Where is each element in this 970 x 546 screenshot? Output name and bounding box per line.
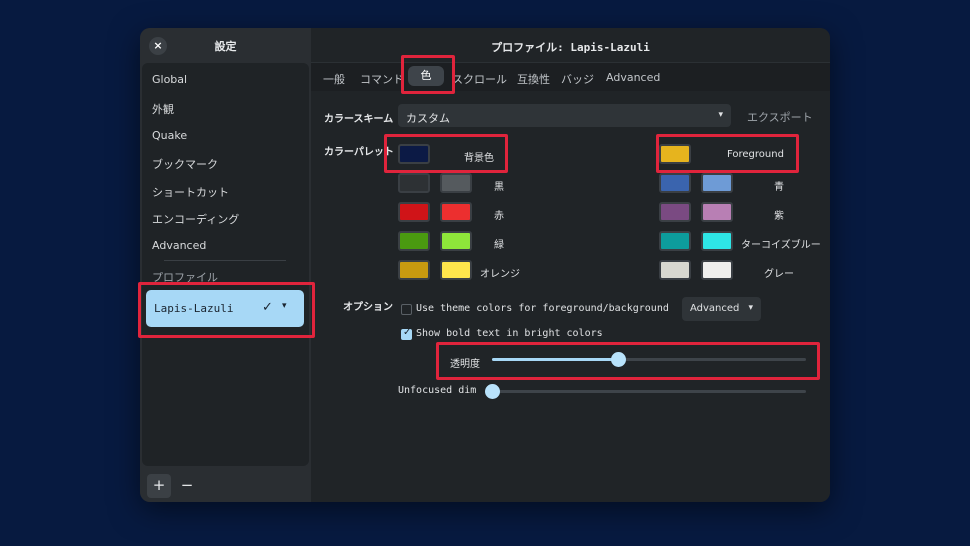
turquoise-label: ターコイズブルー (741, 240, 821, 251)
page-title: プロファイル: Lapis-Lazuli (491, 41, 650, 54)
green-label: 緑 (494, 240, 504, 251)
chevron-down-icon[interactable]: ▾ (282, 301, 287, 311)
sidebar-header: × 設定 (140, 28, 311, 63)
unfocused-dim-slider-track[interactable] (492, 390, 806, 393)
bold-bright-checkbox[interactable] (401, 327, 412, 340)
theme-colors-label: Use theme colors for foreground/backgrou… (416, 303, 669, 314)
background-color-label: 背景色 (464, 153, 494, 164)
sidebar-item-shortcuts[interactable]: ショートカット (152, 184, 229, 200)
advanced-select-value: Advanced (690, 303, 740, 314)
background-color-swatch[interactable] (398, 144, 430, 164)
tab-compatibility[interactable]: 互換性 (517, 71, 550, 87)
profile-name: Lapis-Lazuli (154, 302, 234, 315)
turquoise-bright-swatch[interactable] (701, 231, 733, 251)
remove-profile-button[interactable]: − (175, 474, 199, 498)
red-label: 赤 (494, 211, 504, 222)
sidebar-item-bookmarks[interactable]: ブックマーク (152, 156, 218, 172)
foreground-color-swatch[interactable] (659, 144, 691, 164)
tab-advanced[interactable]: Advanced (606, 71, 660, 84)
advanced-select[interactable]: Advanced ▾ (682, 297, 761, 321)
profiles-section-label: プロファイル (152, 271, 218, 284)
unfocused-dim-slider-handle[interactable] (485, 384, 500, 399)
black-normal-swatch[interactable] (398, 173, 430, 193)
preferences-window: × 設定 Global 外観 Quake ブックマーク ショートカット エンコー… (140, 28, 830, 502)
tab-general[interactable]: 一般 (323, 71, 345, 87)
sidebar-item-global[interactable]: Global (152, 73, 187, 86)
color-scheme-select[interactable]: カスタム ▾ (398, 104, 731, 127)
gray-label: グレー (764, 269, 794, 280)
transparency-slider-handle[interactable] (610, 352, 626, 367)
color-scheme-value: カスタム (406, 112, 450, 125)
tab-colors[interactable]: 色 (408, 66, 444, 86)
green-normal-swatch[interactable] (398, 231, 430, 251)
checkmark-icon: ✓ (262, 300, 273, 315)
unfocused-dim-label: Unfocused dim (398, 385, 477, 396)
sidebar-item-advanced[interactable]: Advanced (152, 239, 206, 252)
purple-label: 紫 (774, 211, 784, 222)
black-bright-swatch[interactable] (440, 173, 472, 193)
main-panel: プロファイル: Lapis-Lazuli 一般 コマンド 色 スクロール 互換性… (311, 28, 830, 502)
chevron-down-icon: ▾ (748, 303, 753, 313)
foreground-color-label: Foreground (727, 149, 784, 160)
sidebar-separator (164, 260, 286, 261)
sidebar-item-encoding[interactable]: エンコーディング (152, 211, 239, 227)
add-profile-button[interactable]: + (147, 474, 171, 498)
red-bright-swatch[interactable] (440, 202, 472, 222)
blue-label: 青 (774, 182, 784, 193)
gray-normal-swatch[interactable] (659, 260, 691, 280)
sidebar-item-appearance[interactable]: 外観 (152, 101, 174, 117)
gray-bright-swatch[interactable] (701, 260, 733, 280)
sidebar: × 設定 Global 外観 Quake ブックマーク ショートカット エンコー… (140, 28, 311, 502)
blue-bright-swatch[interactable] (701, 173, 733, 193)
blue-normal-swatch[interactable] (659, 173, 691, 193)
main-header: プロファイル: Lapis-Lazuli (311, 28, 830, 63)
tab-badge[interactable]: バッジ (561, 71, 594, 87)
sidebar-list: Global 外観 Quake ブックマーク ショートカット エンコーディング … (142, 63, 309, 466)
purple-bright-swatch[interactable] (701, 202, 733, 222)
orange-label: オレンジ (480, 269, 520, 280)
transparency-slider-fill (492, 358, 618, 361)
purple-normal-swatch[interactable] (659, 202, 691, 222)
orange-normal-swatch[interactable] (398, 260, 430, 280)
profile-item-lapis-lazuli[interactable]: Lapis-Lazuli ✓ ▾ (146, 290, 304, 327)
black-label: 黒 (494, 182, 504, 193)
chevron-down-icon: ▾ (718, 110, 723, 120)
export-button[interactable]: エクスポート (747, 109, 813, 125)
tab-command[interactable]: コマンド (360, 71, 404, 87)
sidebar-title: 設定 (214, 40, 237, 53)
color-scheme-label: カラースキーム (324, 114, 394, 125)
palette-label: カラーパレット (324, 147, 394, 158)
theme-colors-checkbox[interactable] (401, 304, 412, 315)
red-normal-swatch[interactable] (398, 202, 430, 222)
tab-scrolling[interactable]: スクロール (452, 71, 507, 87)
transparency-label: 透明度 (450, 359, 480, 370)
green-bright-swatch[interactable] (440, 231, 472, 251)
sidebar-item-quake[interactable]: Quake (152, 129, 187, 142)
turquoise-normal-swatch[interactable] (659, 231, 691, 251)
orange-bright-swatch[interactable] (440, 260, 472, 280)
bold-bright-label: Show bold text in bright colors (416, 328, 603, 339)
options-label: オプション (343, 302, 393, 313)
